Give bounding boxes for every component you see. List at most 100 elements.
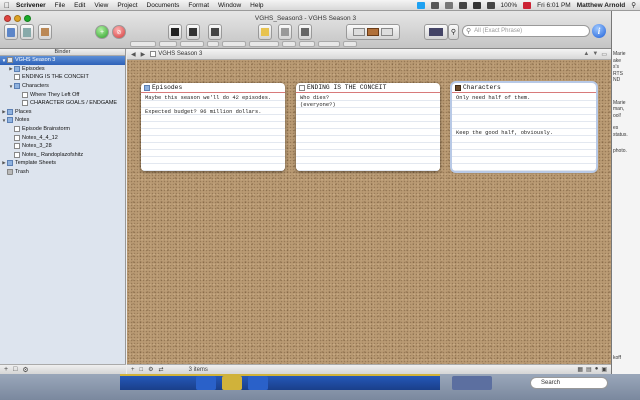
format-highlight[interactable] — [318, 41, 340, 47]
collections-button[interactable] — [20, 24, 34, 40]
gear-icon[interactable]: ⚙ — [22, 366, 28, 374]
dock-app-icon[interactable] — [452, 376, 492, 390]
binder-item-character-goals[interactable]: CHARACTER GOALS / ENDGAME — [0, 99, 125, 108]
bluetooth-icon[interactable] — [458, 1, 467, 9]
format-weight-dropdown[interactable] — [180, 41, 204, 47]
wifi-icon[interactable] — [472, 1, 481, 9]
down-arrow-icon[interactable]: ▼ — [592, 51, 598, 58]
lock-button[interactable] — [278, 24, 292, 40]
up-arrow-icon[interactable]: ▲ — [583, 51, 589, 58]
dock-app-icon[interactable] — [222, 376, 242, 390]
binder-item-episode-brainstorm[interactable]: Episode Brainstorm — [0, 125, 125, 134]
menu-window[interactable]: Window — [218, 2, 241, 9]
folder-icon — [455, 84, 461, 91]
background-window: Marie ake s's RTS ND Marie man, ool! es … — [612, 11, 640, 381]
split-view-icon[interactable]: ▭ — [601, 51, 607, 58]
format-alignment[interactable] — [249, 41, 279, 47]
inspector-button[interactable]: i — [592, 24, 606, 38]
menu-format[interactable]: Format — [188, 2, 209, 9]
freeform-icon[interactable]: ▤ — [586, 366, 592, 373]
binder-item-where-they-left-off[interactable]: Where They Left Off — [0, 90, 125, 99]
index-card-episodes[interactable]: Episodes Maybe this season we'll do 42 e… — [141, 83, 285, 171]
folder-add-icon[interactable]: □ — [13, 366, 17, 373]
gear-icon[interactable]: ⚙ — [148, 366, 153, 373]
volume-icon[interactable] — [486, 1, 495, 9]
grid-icon[interactable]: ▦ — [577, 366, 583, 373]
view-mode-selector[interactable] — [346, 24, 400, 40]
clock[interactable]: Fri 6:01 PM — [537, 2, 571, 9]
format-list[interactable] — [343, 41, 357, 47]
binder-item-ending-is-the-conceit[interactable]: ENDING IS THE CONCEIT — [0, 73, 125, 82]
dock-app-icon[interactable] — [196, 376, 216, 390]
format-style-dropdown[interactable] — [130, 41, 156, 47]
corkboard[interactable]: Episodes Maybe this season we'll do 42 e… — [127, 60, 611, 364]
dropbox-icon[interactable] — [430, 1, 439, 9]
menu-edit[interactable]: Edit — [74, 2, 85, 9]
binder-item-notes-3-28[interactable]: Notes_3_28 — [0, 142, 125, 151]
add-icon[interactable]: + — [4, 366, 8, 373]
folder-icon — [14, 65, 20, 72]
card-title[interactable]: ENDING IS THE CONCEIT — [296, 83, 440, 93]
timemachine-icon[interactable] — [444, 1, 453, 9]
user-name[interactable]: Matthew Arnold — [577, 2, 626, 9]
card-title[interactable]: Episodes — [141, 83, 285, 93]
card-synopsis[interactable]: Maybe this season we'll do 42 episodes. … — [141, 93, 285, 171]
flag-icon[interactable] — [523, 1, 532, 9]
back-arrow-icon[interactable]: ◀ — [131, 51, 136, 58]
edit-scrivenings-button[interactable] — [186, 24, 200, 40]
background-search-field[interactable]: Search — [530, 377, 608, 389]
outliner-view-icon[interactable] — [381, 28, 393, 36]
dock-app-icon[interactable] — [248, 376, 268, 390]
format-size-field[interactable] — [207, 41, 219, 47]
menu-app-name[interactable]: Scrivener — [16, 2, 46, 9]
binder-item-places[interactable]: ▶ Places — [0, 108, 125, 117]
search-menu-button[interactable]: ⚲ — [448, 24, 459, 40]
menu-documents[interactable]: Documents — [147, 2, 180, 9]
index-card-ending-is-the-conceit[interactable]: ENDING IS THE CONCEIT Who dies? (everyon… — [296, 83, 440, 171]
notes-icon — [261, 28, 269, 36]
delete-button[interactable]: ⊘ — [112, 25, 126, 39]
binder-item-vghs-season-3[interactable]: ▼ VGHS Season 3 — [0, 56, 125, 65]
folder-add-icon[interactable]: □ — [140, 367, 144, 373]
compile-button[interactable] — [38, 24, 52, 40]
binder-toggle-button[interactable] — [4, 24, 18, 40]
format-font-dropdown[interactable] — [159, 41, 177, 47]
binder-item-notes-4-4-12[interactable]: Notes_4_4_12 — [0, 133, 125, 142]
card-title[interactable]: Characters — [452, 83, 596, 93]
split-button[interactable] — [208, 24, 222, 40]
editor-document-title[interactable]: VGHS Season 3 — [150, 51, 202, 57]
menu-project[interactable]: Project — [117, 2, 137, 9]
notes-button[interactable] — [258, 24, 272, 40]
binder-item-trash[interactable]: Trash — [0, 168, 125, 177]
corkboard-view-icon[interactable] — [367, 28, 379, 36]
add-card-icon[interactable]: + — [131, 367, 135, 373]
arrange-icon[interactable]: ⇄ — [159, 366, 164, 373]
binder-item-episodes[interactable]: ▶ Episodes — [0, 65, 125, 74]
binder-item-characters[interactable]: ▼ Characters — [0, 82, 125, 91]
search-field[interactable]: ⚲ All (Exact Phrase) — [462, 25, 590, 37]
apple-menu-icon[interactable]:  — [4, 1, 16, 10]
snapshot-button[interactable] — [298, 24, 312, 40]
scrivenings-view-icon[interactable] — [353, 28, 365, 36]
battery-percent[interactable]: 100% — [501, 2, 518, 9]
twitter-icon[interactable] — [416, 1, 425, 9]
format-bold-italic-underline[interactable] — [222, 41, 246, 47]
card-size-icon[interactable]: ▣ — [601, 366, 607, 373]
forward-arrow-icon[interactable]: ▶ — [141, 51, 146, 58]
binder-item-template-sheets[interactable]: ▶ Template Sheets — [0, 159, 125, 168]
index-card-characters[interactable]: Characters Only need half of them. Keep … — [452, 83, 596, 171]
card-synopsis[interactable]: Who dies? (everyone?) — [296, 93, 440, 171]
menu-file[interactable]: File — [55, 2, 65, 9]
format-color[interactable] — [299, 41, 315, 47]
label-icon[interactable]: ● — [595, 366, 599, 373]
format-spacing[interactable] — [282, 41, 296, 47]
spotlight-icon[interactable]: ⚲ — [631, 1, 636, 9]
binder-item-notes-randoplazofshitz[interactable]: Notes_ Randoplazofshitz — [0, 151, 125, 160]
menu-help[interactable]: Help — [250, 2, 263, 9]
card-synopsis[interactable]: Only need half of them. Keep the good ha… — [452, 93, 596, 171]
quickref-button[interactable] — [424, 24, 448, 40]
add-button[interactable]: + — [95, 25, 109, 39]
menu-view[interactable]: View — [94, 2, 108, 9]
binder-item-notes[interactable]: ▼ Notes — [0, 116, 125, 125]
keywords-button[interactable] — [168, 24, 182, 40]
